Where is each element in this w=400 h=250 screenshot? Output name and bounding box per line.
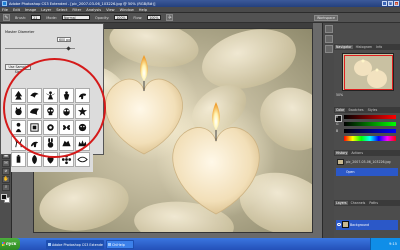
window-controls: _ □ × [382,1,399,6]
brush-tool-preset-icon[interactable]: ✎ [3,14,10,21]
window-title: Adobe Photoshop CS3 Extended - [pic_2007… [9,1,156,6]
menu-file[interactable]: File [2,8,8,12]
tab-swatches[interactable]: Swatches [347,108,364,112]
menu-analysis[interactable]: Analysis [86,8,101,12]
highlight-circle [3,58,106,158]
menu-help[interactable]: Help [139,8,147,12]
brush-size-field[interactable]: 21 [31,15,42,20]
history-snapshot-label: pic_2007-03-06_103226.jpg [346,160,391,164]
color-sliders: R G B [336,115,396,144]
dock-history-icon[interactable] [325,25,333,33]
master-diameter-label: Master Diameter [5,30,35,34]
ornament-brush-icon[interactable] [75,152,90,167]
blue-slider[interactable]: B [336,129,396,133]
history-step-label: Open [346,170,355,174]
foreground-color-swatch[interactable] [1,194,7,200]
system-tray: 9:15 [370,238,400,250]
menu-layer[interactable]: Layer [41,8,51,12]
blue-label: B [336,128,339,133]
tab-history[interactable]: History [335,151,349,155]
master-diameter-slider[interactable] [5,46,75,51]
options-bar: ✎ Brush: 21 Mode: Normal Opacity: 100% F… [0,13,400,23]
color-panel-tabs: Color Swatches Styles [334,107,400,113]
opacity-label: Opacity: [95,15,110,20]
taskbar-chihelp[interactable]: ChiHelp [106,239,134,249]
windows-logo-icon [1,242,5,246]
slider-knob[interactable] [66,46,71,51]
navigator-view-box[interactable] [344,55,393,90]
hand-tool-icon[interactable]: ✋ [2,176,10,183]
history-snapshot[interactable]: pic_2007-03-06_103226.jpg [336,158,398,166]
airbrush-icon[interactable]: ✈ [166,14,174,21]
tab-info[interactable]: Info [375,45,383,49]
tab-navigator[interactable]: Navigator [335,45,353,49]
start-label: пуск [6,241,17,246]
navigator-zoom: 50% [336,93,398,98]
red-slider[interactable]: R [336,115,396,119]
flow-label: Flow: [133,15,143,20]
notes-tool-icon[interactable]: ✉ [2,160,10,167]
minimize-button[interactable]: _ [382,1,387,6]
lantern-brush-icon[interactable] [11,152,26,167]
panel-dock-strip [322,23,334,238]
master-diameter-field[interactable]: 600 px [57,37,71,42]
start-button[interactable]: пуск [0,238,20,250]
close-button[interactable]: × [394,1,399,6]
tab-actions[interactable]: Actions [350,151,364,155]
brush-label: Brush: [15,15,27,20]
eyedropper-tool-icon[interactable]: ⌀ [2,168,10,175]
tab-layers[interactable]: Layers [335,201,348,205]
menu-filter[interactable]: Filter [72,8,81,12]
flow-field[interactable]: 100% [147,15,162,20]
layer-background[interactable]: Background [336,220,398,230]
photoshop-logo-icon [2,1,7,6]
opacity-field[interactable]: 100% [114,15,129,20]
tab-paths[interactable]: Paths [368,201,379,205]
tab-channels[interactable]: Channels [350,201,367,205]
tab-styles[interactable]: Styles [367,108,379,112]
taskbar: пуск Adobe Photoshop CS3 Extended ChiHel… [0,238,400,250]
zoom-value[interactable]: 50% [336,93,343,97]
menu-select[interactable]: Select [56,8,67,12]
green-label: G [336,121,339,126]
dock-brushes-icon[interactable] [325,35,333,43]
clock: 9:15 [389,242,397,246]
history-panel-tabs: History Actions [334,150,400,156]
snapshot-thumbnail [337,159,344,165]
menu-window[interactable]: Window [120,8,134,12]
navigator-panel-tabs: Navigator Histogram Info [334,44,400,50]
menu-image[interactable]: Image [25,8,36,12]
dock-clone-icon[interactable] [325,45,333,53]
layer-thumbnail [342,221,349,228]
tab-histogram[interactable]: Histogram [355,45,374,49]
panels-column: Navigator Histogram Info 50% Color Swatc… [334,23,400,238]
color-swatches[interactable] [1,194,11,204]
title-bar: Adobe Photoshop CS3 Extended - [pic_2007… [0,0,400,7]
mode-select[interactable]: Normal [62,15,90,20]
history-step-open[interactable]: Open [336,168,398,176]
menu-view[interactable]: View [106,8,115,12]
red-label: R [336,114,339,119]
tab-color[interactable]: Color [335,108,346,112]
mode-label: Mode: [46,15,57,20]
green-slider[interactable]: G [336,122,396,126]
maximize-button[interactable]: □ [388,1,393,6]
layers-panel-tabs: Layers Channels Paths [334,200,400,206]
menu-edit[interactable]: Edit [13,8,20,12]
workspace-button[interactable]: Workspace [314,15,338,21]
zoom-tool-icon[interactable]: ⌕ [2,184,10,191]
taskbar-photoshop[interactable]: Adobe Photoshop CS3 Extended [46,239,104,249]
spectrum-bar[interactable] [344,136,396,141]
eye-icon[interactable] [337,223,341,226]
navigator-preview[interactable] [342,53,394,91]
layer-name: Background [350,223,370,227]
